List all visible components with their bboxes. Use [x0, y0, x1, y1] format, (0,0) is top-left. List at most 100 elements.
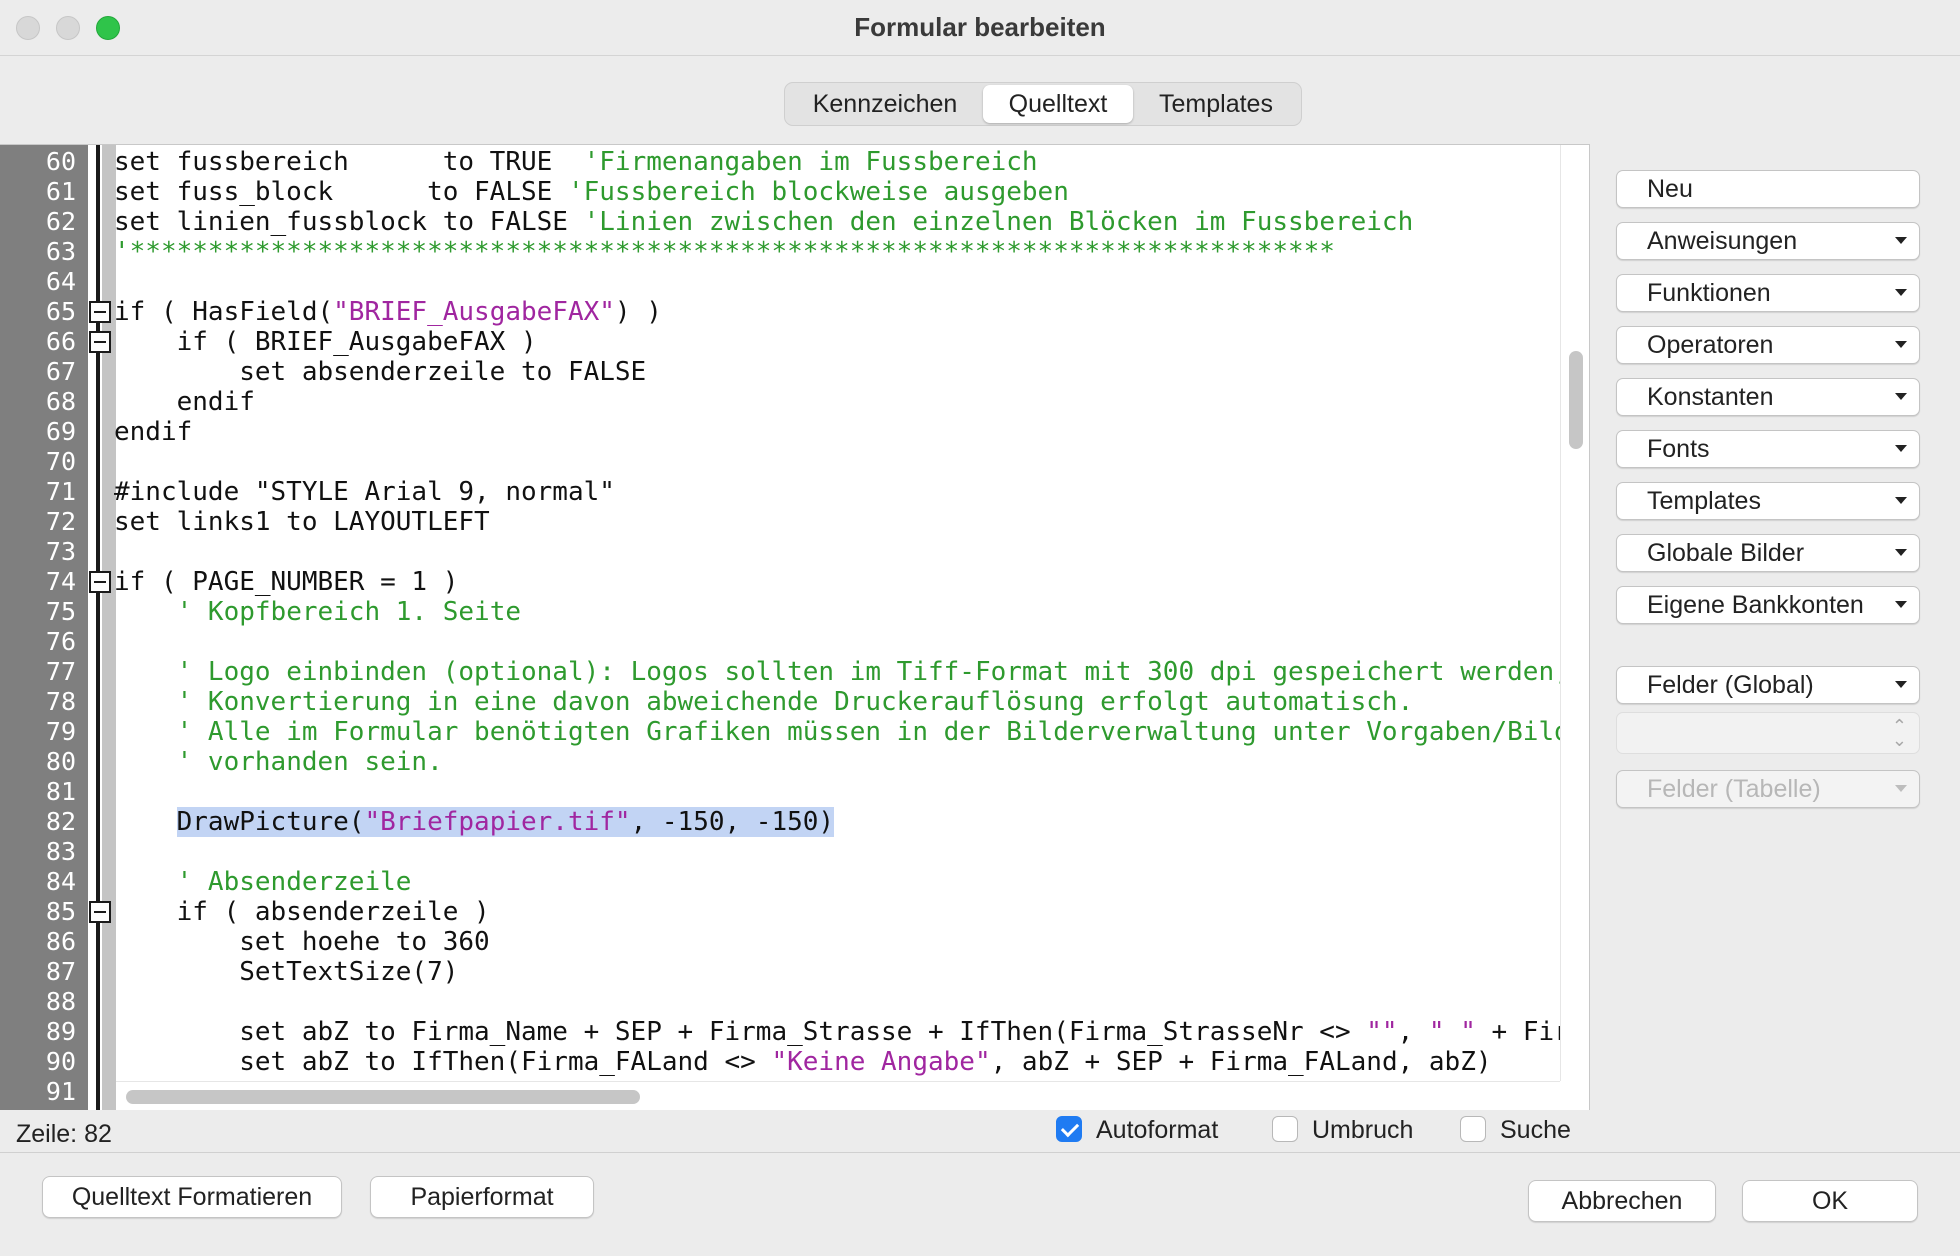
code-text: SetTextSize(7) [114, 957, 458, 987]
autoformat-label[interactable]: Autoformat [1096, 1116, 1218, 1145]
chevron-down-icon [1895, 341, 1907, 348]
fold-minus-icon[interactable] [89, 901, 111, 923]
chevron-down-icon [1895, 393, 1907, 400]
code-line[interactable]: 66 if ( BRIEF_AusgabeFAX ) [0, 327, 1560, 357]
code-line[interactable]: 70 [0, 447, 1560, 477]
chevron-down-icon [1895, 237, 1907, 244]
code-text: if ( PAGE_NUMBER = 1 ) [114, 567, 458, 597]
suche-checkbox[interactable] [1460, 1116, 1486, 1142]
code-line[interactable]: 82 DrawPicture("Briefpapier.tif", -150, … [0, 807, 1560, 837]
fold-minus-icon[interactable] [89, 571, 111, 593]
code-line[interactable]: 85 if ( absenderzeile ) [0, 897, 1560, 927]
fold-minus-icon[interactable] [89, 301, 111, 323]
code-line[interactable]: 64 [0, 267, 1560, 297]
code-line[interactable]: 79 ' Alle im Formular benötigten Grafike… [0, 717, 1570, 747]
horizontal-scroll-thumb[interactable] [126, 1090, 640, 1104]
code-token: , abZ + SEP + Firma_FALand, abZ) [990, 1047, 1492, 1077]
code-line[interactable]: 61 set fuss_block to FALSE 'Fussbereich b… [0, 177, 1560, 207]
code-line[interactable]: 65 if ( HasField("BRIEF_AusgabeFAX") ) [0, 297, 1560, 327]
umbruch-label[interactable]: Umbruch [1312, 1116, 1413, 1145]
code-token: set fuss_block to FALSE [114, 177, 568, 207]
felder-global-menu[interactable]: Felder (Global) [1616, 666, 1920, 704]
code-line[interactable]: 80 ' vorhanden sein. [0, 747, 1560, 777]
code-line[interactable]: 60 set fussbereich to TRUE 'Firmenangaben… [0, 147, 1560, 177]
horizontal-scrollbar[interactable] [116, 1081, 1560, 1110]
code-line[interactable]: 72 set links1 to LAYOUTLEFT [0, 507, 1560, 537]
line-number: 77 [45, 657, 76, 686]
code-line[interactable]: 77 ' Logo einbinden (optional): Logos so… [0, 657, 1570, 687]
new-button[interactable]: Neu [1616, 170, 1920, 208]
code-comment: ' Kopfbereich 1. Seite [176, 597, 521, 627]
fonts-menu[interactable]: Fonts [1616, 430, 1920, 468]
funktionen-label: Funktionen [1647, 279, 1771, 307]
paper-format-button[interactable]: Papierformat [370, 1176, 594, 1218]
code-token: if ( PAGE_NUMBER = 1 ) [114, 567, 459, 597]
code-line[interactable]: 67 set absenderzeile to FALSE [0, 357, 1560, 387]
line-number: 71 [45, 477, 76, 506]
tab-bar: Kennzeichen Quelltext Templates [784, 82, 1302, 126]
code-token: set abZ to IfThen(Firma_FALand <> [114, 1047, 772, 1077]
code-line[interactable]: 84 ' Absenderzeile [0, 867, 1560, 897]
code-line[interactable]: 88 [0, 987, 1560, 1017]
footer-divider [0, 1152, 1960, 1153]
code-editor[interactable]: 60 set fussbereich to TRUE 'Firmenangaben… [0, 144, 1590, 1110]
code-line[interactable]: 75 ' Kopfbereich 1. Seite [0, 597, 1560, 627]
tab-kennzeichen[interactable]: Kennzeichen [787, 85, 983, 123]
tab-quelltext[interactable]: Quelltext [983, 85, 1133, 123]
anweisungen-menu[interactable]: Anweisungen [1616, 222, 1920, 260]
code-line[interactable]: 81 [0, 777, 1560, 807]
code-line[interactable]: 68 endif [0, 387, 1560, 417]
cancel-button[interactable]: Abbrechen [1528, 1180, 1716, 1222]
table-select-popup: ⌃ ⌄ [1616, 712, 1920, 754]
globale-bilder-menu[interactable]: Globale Bilder [1616, 534, 1920, 572]
format-source-button[interactable]: Quelltext Formatieren [42, 1176, 342, 1218]
funktionen-menu[interactable]: Funktionen [1616, 274, 1920, 312]
code-line[interactable]: 76 [0, 627, 1560, 657]
templates-label: Templates [1647, 487, 1761, 515]
code-line[interactable]: 87 SetTextSize(7) [0, 957, 1560, 987]
code-token: set hoehe to 360 [114, 927, 490, 957]
globale-bilder-label: Globale Bilder [1647, 539, 1805, 567]
code-line[interactable]: 73 [0, 537, 1560, 567]
code-line[interactable]: 63 '*************************************… [0, 237, 1560, 267]
suche-label[interactable]: Suche [1500, 1116, 1571, 1145]
code-text: endif [114, 387, 255, 417]
templates-menu[interactable]: Templates [1616, 482, 1920, 520]
line-number: 76 [45, 627, 76, 656]
operatoren-menu[interactable]: Operatoren [1616, 326, 1920, 364]
code-line[interactable]: 62 set linien_fussblock to FALSE 'Linien … [0, 207, 1560, 237]
vertical-scrollbar[interactable] [1560, 145, 1589, 1081]
code-line[interactable]: 83 [0, 837, 1560, 867]
code-text: set abZ to Firma_Name + SEP + Firma_Stra… [114, 1017, 1570, 1047]
konstanten-menu[interactable]: Konstanten [1616, 378, 1920, 416]
code-comment: 'Firmenangaben im Fussbereich [583, 147, 1038, 177]
umbruch-checkbox[interactable] [1272, 1116, 1298, 1142]
code-token: + Fir [1475, 1017, 1570, 1047]
code-line[interactable]: 69 endif [0, 417, 1560, 447]
line-number: 90 [45, 1047, 76, 1076]
code-text: set absenderzeile to FALSE [114, 357, 646, 387]
code-line[interactable]: 89 set abZ to Firma_Name + SEP + Firma_S… [0, 1017, 1570, 1047]
line-number: 69 [45, 417, 76, 446]
code-comment: ' Alle im Formular benötigten Grafiken m… [176, 717, 1570, 747]
up-down-chevron-icon: ⌃ ⌄ [1891, 716, 1907, 750]
code-line[interactable]: 86 set hoehe to 360 [0, 927, 1560, 957]
line-number: 73 [45, 537, 76, 566]
code-line[interactable]: 71 #include "STYLE Arial 9, normal" [0, 477, 1560, 507]
code-text: if ( absenderzeile ) [114, 897, 490, 927]
autoformat-checkbox[interactable] [1056, 1116, 1082, 1142]
tab-templates[interactable]: Templates [1133, 85, 1299, 123]
code-comment: ' Logo einbinden (optional): Logos sollt… [176, 657, 1570, 687]
ok-button[interactable]: OK [1742, 1180, 1918, 1222]
code-line[interactable]: 90 set abZ to IfThen(Firma_FALand <> "Ke… [0, 1047, 1560, 1077]
code-line[interactable]: 78 ' Konvertierung in eine davon abweich… [0, 687, 1560, 717]
vertical-scroll-thumb[interactable] [1569, 351, 1583, 449]
code-line[interactable]: 74 if ( PAGE_NUMBER = 1 ) [0, 567, 1560, 597]
line-number: 84 [45, 867, 76, 896]
fold-minus-icon[interactable] [89, 331, 111, 353]
chevron-down-icon [1895, 681, 1907, 688]
eigene-bankkonten-menu[interactable]: Eigene Bankkonten [1616, 586, 1920, 624]
chevron-down-icon [1895, 289, 1907, 296]
